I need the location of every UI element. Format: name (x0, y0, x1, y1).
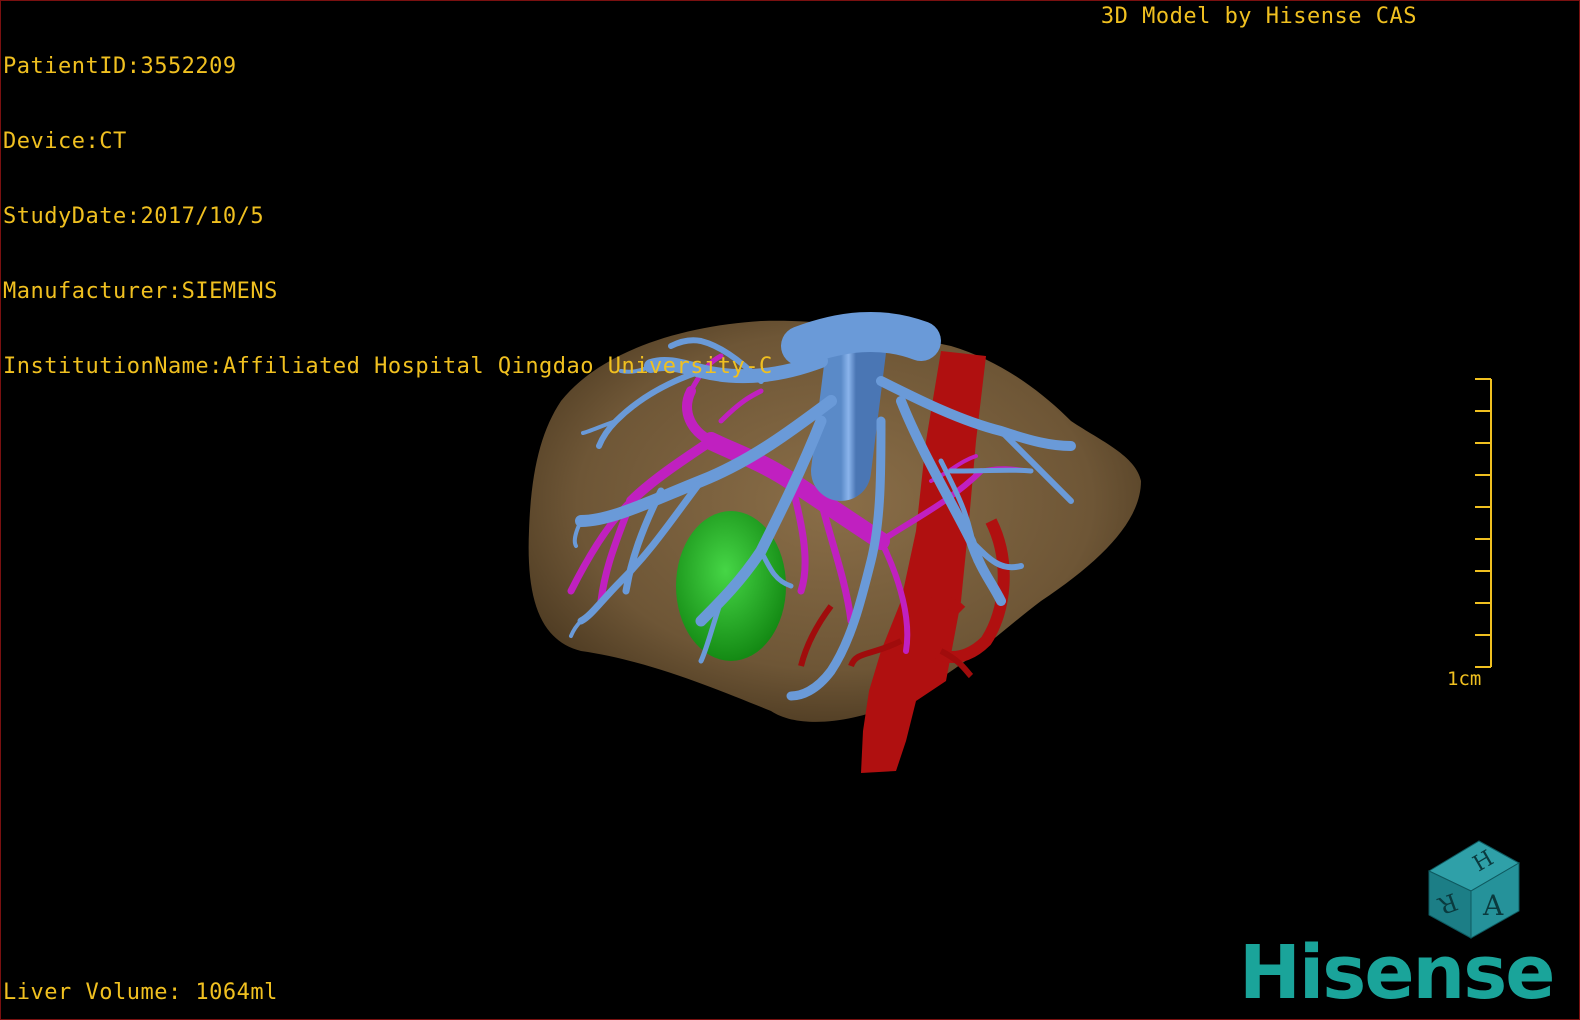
manufacturer-text: Manufacturer:SIEMENS (3, 279, 278, 304)
patient-id-text: PatientID:3552209 (3, 54, 237, 79)
3d-viewport[interactable]: PatientID:3552209 Device:CT StudyDate:20… (0, 0, 1580, 1020)
liver-volume-text: Liver Volume: 1064ml (3, 980, 278, 1005)
model-credit-text: 3D Model by Hisense CAS (1100, 4, 1417, 29)
patient-info-block: PatientID:3552209 Device:CT StudyDate:20… (3, 4, 773, 429)
hisense-logo: Hisense (1239, 930, 1555, 1016)
study-date-text: StudyDate:2017/10/5 (3, 204, 265, 229)
cube-face-front: A (1482, 889, 1504, 922)
orientation-cube-icon[interactable]: H R A (1419, 833, 1529, 943)
scale-bar-label: 1cm (1447, 668, 1482, 690)
scale-bar (1475, 378, 1492, 668)
device-text: Device:CT (3, 129, 127, 154)
institution-text: InstitutionName:Affiliated Hospital Qing… (3, 354, 773, 379)
